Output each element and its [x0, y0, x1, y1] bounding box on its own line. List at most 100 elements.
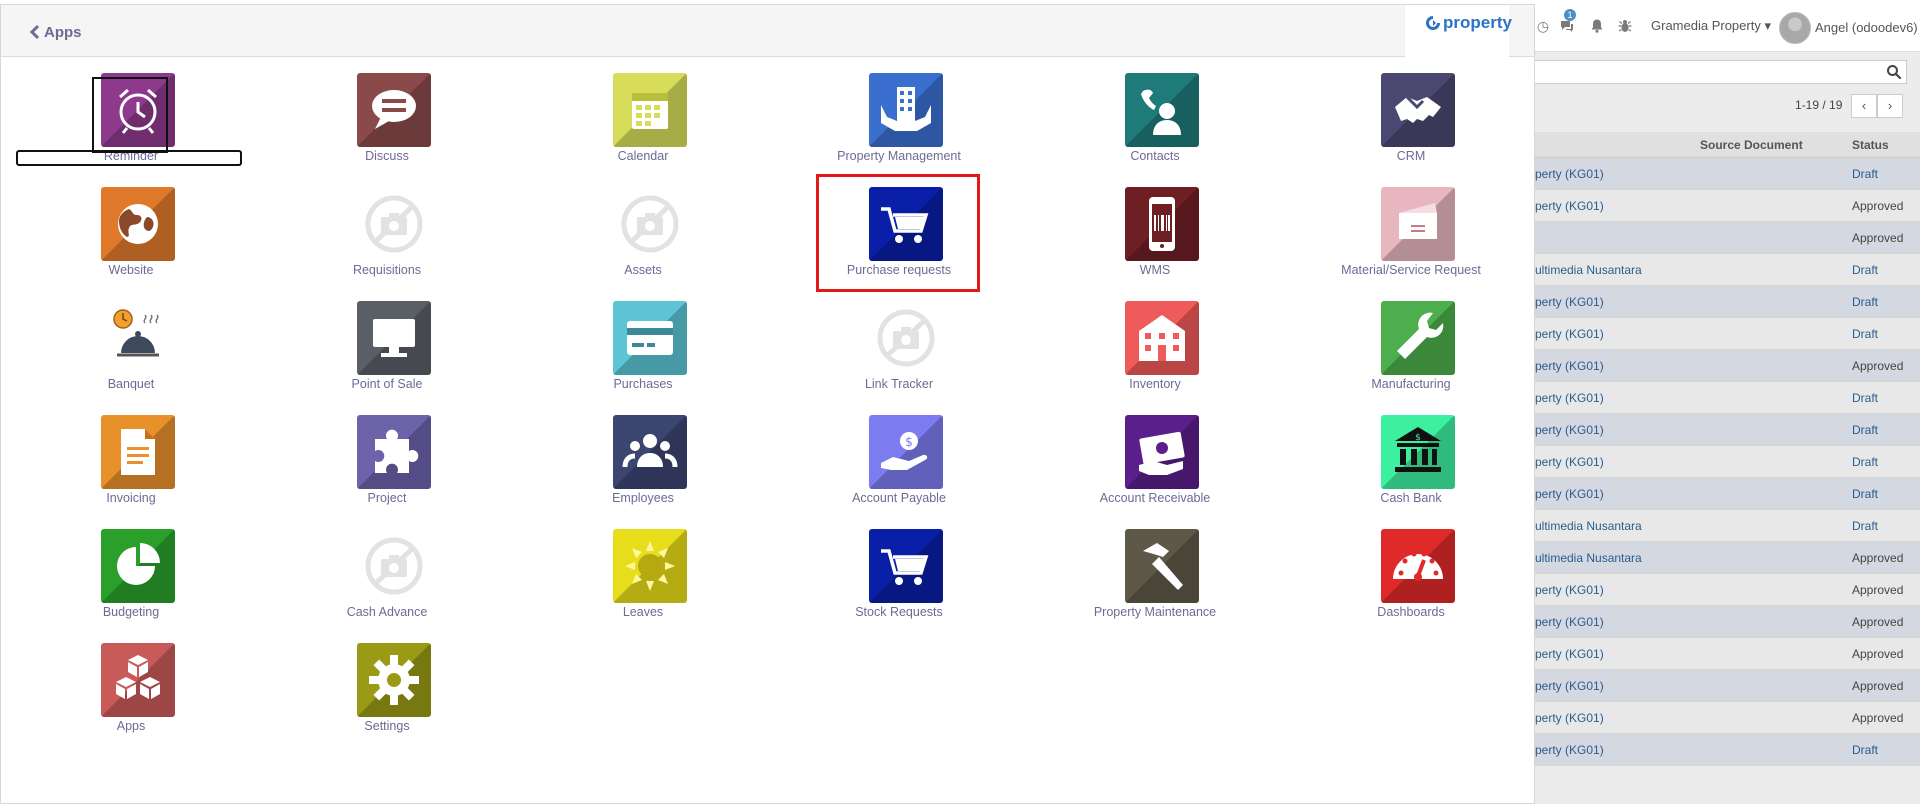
app-wms[interactable]: WMS: [1040, 187, 1270, 291]
app-discuss[interactable]: Discuss: [272, 73, 502, 177]
table-row[interactable]: perty (KG01) Approved: [1535, 574, 1920, 606]
status-cell: Approved: [1852, 711, 1904, 725]
bug-icon[interactable]: [1617, 18, 1633, 34]
app-label: Property Maintenance: [1093, 605, 1217, 619]
chevron-left-icon: [29, 24, 40, 40]
source-document-cell: perty (KG01): [1535, 487, 1604, 501]
document-icon: [101, 415, 175, 489]
column-status[interactable]: Status: [1852, 138, 1889, 152]
status-cell: Approved: [1852, 583, 1904, 597]
user-menu[interactable]: Angel (odoodev6): [1815, 20, 1918, 35]
status-cell: Approved: [1852, 551, 1904, 565]
avatar[interactable]: [1779, 12, 1811, 44]
table-header: Source Document Status: [1535, 132, 1920, 158]
app-assets[interactable]: Assets: [528, 187, 758, 291]
app-dashboards[interactable]: Dashboards: [1296, 529, 1526, 633]
app-label: Account Payable: [852, 491, 946, 505]
app-project[interactable]: Project: [272, 415, 502, 519]
table-row[interactable]: perty (KG01) Draft: [1535, 446, 1920, 478]
table-row[interactable]: perty (KG01) Draft: [1535, 318, 1920, 350]
clock-icon[interactable]: ◷: [1535, 18, 1551, 34]
back-to-apps-link[interactable]: Apps: [29, 22, 82, 42]
app-calendar[interactable]: Calendar: [528, 73, 758, 177]
drawer-header: Apps property: [1, 5, 1534, 57]
annotation-highlight-box: [816, 174, 980, 292]
app-website[interactable]: Website: [16, 187, 246, 291]
table-row[interactable]: perty (KG01) Draft: [1535, 414, 1920, 446]
status-cell: Draft: [1852, 295, 1879, 309]
table-row[interactable]: perty (KG01) Approved: [1535, 670, 1920, 702]
app-banquet[interactable]: Banquet: [16, 301, 246, 405]
app-account-receivable[interactable]: Account Receivable: [1040, 415, 1270, 519]
source-document-cell: perty (KG01): [1535, 711, 1604, 725]
top-navbar: ◷ 1 Gramedia Property ▾ Angel (odoodev6): [1535, 0, 1920, 52]
status-cell: Approved: [1852, 359, 1904, 373]
table-row[interactable]: perty (KG01) Approved: [1535, 190, 1920, 222]
app-leaves[interactable]: Leaves: [528, 529, 758, 633]
logo-mark-icon: [1426, 16, 1440, 30]
app-invoicing[interactable]: Invoicing: [16, 415, 246, 519]
source-document-cell: ultimedia Nusantara: [1535, 519, 1642, 533]
app-manufacturing[interactable]: Manufacturing: [1296, 301, 1526, 405]
table-row[interactable]: ultimedia Nusantara Approved: [1535, 542, 1920, 574]
app-label: Stock Requests: [855, 605, 943, 619]
app-label: Banquet: [107, 377, 155, 391]
table-row[interactable]: perty (KG01) Draft: [1535, 382, 1920, 414]
app-budgeting[interactable]: Budgeting: [16, 529, 246, 633]
wrench-icon: [1381, 301, 1455, 375]
app-stock-requests[interactable]: Stock Requests: [784, 529, 1014, 633]
app-property-management[interactable]: Property Management: [784, 73, 1014, 177]
status-cell: Draft: [1852, 487, 1879, 501]
app-crm[interactable]: CRM: [1296, 73, 1526, 177]
pager-value[interactable]: 1-19 / 19: [1795, 98, 1842, 112]
table-row[interactable]: Approved: [1535, 222, 1920, 254]
app-inventory[interactable]: Inventory: [1040, 301, 1270, 405]
table-row[interactable]: perty (KG01) Draft: [1535, 286, 1920, 318]
table-row[interactable]: perty (KG01) Approved: [1535, 350, 1920, 382]
bell-icon[interactable]: [1589, 18, 1605, 34]
source-document-cell: perty (KG01): [1535, 327, 1604, 341]
hammer-icon: [1125, 529, 1199, 603]
status-cell: Draft: [1852, 391, 1879, 405]
table-row[interactable]: perty (KG01) Draft: [1535, 478, 1920, 510]
app-property-maintenance[interactable]: Property Maintenance: [1040, 529, 1270, 633]
app-label: Budgeting: [102, 605, 160, 619]
table-row[interactable]: perty (KG01) Draft: [1535, 158, 1920, 190]
table-row[interactable]: ultimedia Nusantara Draft: [1535, 510, 1920, 542]
app-requisitions[interactable]: Requisitions: [272, 187, 502, 291]
app-settings[interactable]: Settings: [272, 643, 502, 747]
table-row[interactable]: perty (KG01) Draft: [1535, 734, 1920, 766]
app-label: CRM: [1396, 149, 1426, 163]
app-label: Invoicing: [106, 491, 156, 505]
source-document-cell: perty (KG01): [1535, 679, 1604, 693]
company-switcher[interactable]: Gramedia Property ▾: [1651, 18, 1771, 34]
table-row[interactable]: perty (KG01) Approved: [1535, 606, 1920, 638]
cubes-icon: [101, 643, 175, 717]
table-row[interactable]: perty (KG01) Approved: [1535, 702, 1920, 734]
column-source-document[interactable]: Source Document: [1700, 138, 1803, 152]
app-employees[interactable]: Employees: [528, 415, 758, 519]
pager-prev-button[interactable]: ‹: [1851, 94, 1877, 118]
people-icon: [613, 415, 687, 489]
hand-money-icon: $: [869, 415, 943, 489]
search-input[interactable]: [1535, 60, 1907, 84]
app-cash-advance[interactable]: Cash Advance: [272, 529, 502, 633]
app-label: Material/Service Request: [1341, 263, 1481, 277]
app-purchases[interactable]: Purchases: [528, 301, 758, 405]
chat-bubble-icon: [357, 73, 431, 147]
warehouse-icon: [1125, 301, 1199, 375]
app-label: Leaves: [622, 605, 664, 619]
app-point-of-sale[interactable]: Point of Sale: [272, 301, 502, 405]
app-material-service-request[interactable]: Material/Service Request: [1296, 187, 1526, 291]
app-label: Calendar: [617, 149, 669, 163]
table-row[interactable]: perty (KG01) Approved: [1535, 638, 1920, 670]
app-contacts[interactable]: Contacts: [1040, 73, 1270, 177]
search-icon[interactable]: [1886, 64, 1902, 80]
app-cash-bank[interactable]: $ Cash Bank: [1296, 415, 1526, 519]
source-document-cell: perty (KG01): [1535, 359, 1604, 373]
pager-next-button[interactable]: ›: [1877, 94, 1903, 118]
app-apps[interactable]: Apps: [16, 643, 246, 747]
app-link-tracker[interactable]: Link Tracker: [784, 301, 1014, 405]
app-account-payable[interactable]: $ Account Payable: [784, 415, 1014, 519]
table-row[interactable]: ultimedia Nusantara Draft: [1535, 254, 1920, 286]
